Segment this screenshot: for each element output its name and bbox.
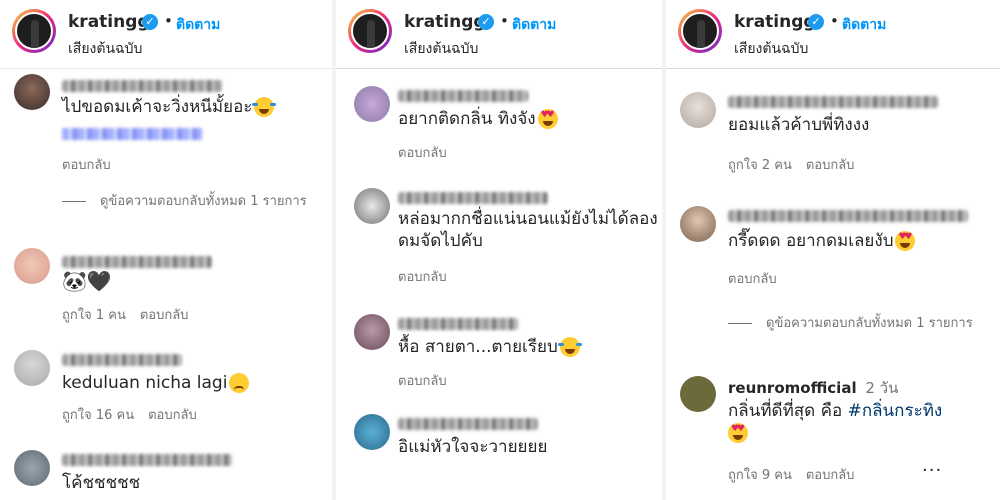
comment-text: ไปขอดมเค้าจะวิ่งหนีมั้ยอะ (62, 96, 277, 118)
reel-header: kratingg ✓ • ติดตาม เสียงต้นฉบับ (666, 0, 1000, 69)
profile-avatar[interactable] (348, 9, 392, 53)
reply-button[interactable]: ตอบกลับ (398, 270, 447, 285)
reel-header: kratingg ✓ • ติดตาม เสียงต้นฉบับ (336, 0, 666, 69)
separator-dot: • (164, 12, 173, 30)
commenter-avatar[interactable] (354, 314, 390, 350)
profile-avatar[interactable] (678, 9, 722, 53)
original-audio-link[interactable]: เสียงต้นฉบับ (404, 38, 478, 60)
tears-of-joy-emoji-icon (557, 337, 582, 357)
commenter-avatar[interactable] (680, 92, 716, 128)
header-username[interactable]: kratingg (404, 12, 486, 32)
blurred-username[interactable] (398, 418, 538, 430)
commenter-avatar[interactable] (680, 206, 716, 242)
comment-meta: ตอบกลับ (62, 154, 125, 175)
comment-meta: ตอบกลับ (728, 268, 791, 289)
commenter-avatar[interactable] (14, 74, 50, 110)
view-replies-line (728, 323, 752, 324)
comment-header: reunromofficial 2 วัน (728, 376, 898, 400)
blurred-mention-link[interactable] (62, 128, 202, 140)
original-audio-link[interactable]: เสียงต้นฉบับ (68, 38, 142, 60)
view-replies-label: ดูข้อความตอบกลับทั้งหมด 1 รายการ (766, 316, 973, 331)
blurred-username[interactable] (62, 354, 182, 366)
reply-button[interactable]: ตอบกลับ (398, 374, 447, 389)
follow-button[interactable]: ติดตาม (842, 14, 886, 36)
follow-button[interactable]: ติดตาม (512, 14, 556, 36)
comment-meta: ตอบกลับ (398, 266, 461, 287)
comment-meta: ตอบกลับ (398, 142, 461, 163)
commenter-avatar[interactable] (354, 188, 390, 224)
comment-text: อิแม่หัวใจจะวายยยย (398, 437, 548, 457)
more-options-icon[interactable]: ··· (922, 460, 942, 481)
reply-button[interactable]: ตอบกลับ (398, 146, 447, 161)
comment-text: keduluan nicha lagi (62, 372, 250, 394)
reply-button[interactable]: ตอบกลับ (140, 308, 189, 323)
view-replies-button[interactable]: ดูข้อความตอบกลับทั้งหมด 1 รายการ (62, 192, 322, 212)
heart-eyes-emoji-icon (537, 109, 558, 129)
commenter-username[interactable]: reunromofficial (728, 379, 857, 397)
reply-button[interactable]: ตอบกลับ (806, 468, 855, 483)
likes-count[interactable]: ถูกใจ 9 คน (728, 468, 792, 483)
likes-count[interactable]: ถูกใจ 16 คน (62, 408, 134, 423)
comment-text: หล่อมากกชื่อแน่นอนแม้ยังไม่ได้ลองดมจัดไป… (398, 209, 658, 251)
heart-eyes-emoji-icon (895, 231, 916, 251)
follow-button[interactable]: ติดตาม (176, 14, 220, 36)
blurred-username[interactable] (62, 454, 232, 466)
commenter-avatar[interactable] (354, 414, 390, 450)
blurred-username[interactable] (62, 80, 222, 92)
comment-text: กรี๊ดดด อยากดมเลยงับ (728, 230, 916, 252)
blurred-username[interactable] (62, 256, 212, 268)
commenter-avatar[interactable] (680, 376, 716, 412)
separator-dot: • (830, 12, 839, 30)
likes-count[interactable]: ถูกใจ 2 คน (728, 158, 792, 173)
verified-badge-icon: ✓ (478, 14, 494, 30)
header-username[interactable]: kratingg (68, 12, 150, 32)
comment-text: โค้ชชชชช (62, 473, 141, 493)
comment-timestamp: 2 วัน (865, 379, 899, 397)
separator-dot: • (500, 12, 509, 30)
comment-meta: ถูกใจ 16 คน ตอบกลับ (62, 404, 211, 425)
reply-button[interactable]: ตอบกลับ (728, 272, 777, 287)
reply-button[interactable]: ตอบกลับ (806, 158, 855, 173)
original-audio-link[interactable]: เสียงต้นฉบับ (734, 38, 808, 60)
commenter-avatar[interactable] (354, 86, 390, 122)
comments-panel-2: kratingg ✓ • ติดตาม เสียงต้นฉบับ อยากติด… (336, 0, 666, 500)
blurred-username[interactable] (728, 96, 938, 108)
comment-meta: ถูกใจ 1 คน ตอบกลับ (62, 304, 202, 325)
comments-panel-1: kratingg ✓ • ติดตาม เสียงต้นฉบับ ไปขอดมเ… (0, 0, 332, 500)
comment-text: กลิ่นที่ดีที่สุด คือ #กลิ่นกระทิง (728, 400, 990, 444)
profile-avatar[interactable] (12, 9, 56, 53)
comment-text: หื้อ สายตา...ตายเรียบ (398, 336, 582, 358)
commenter-avatar[interactable] (14, 450, 50, 486)
view-replies-line (62, 201, 86, 202)
verified-badge-icon: ✓ (142, 14, 158, 30)
comment-text: 🐼🖤 (62, 269, 112, 293)
likes-count[interactable]: ถูกใจ 1 คน (62, 308, 126, 323)
header-username[interactable]: kratingg (734, 12, 816, 32)
blurred-username[interactable] (398, 192, 548, 204)
view-replies-button[interactable]: ดูข้อความตอบกลับทั้งหมด 1 รายการ (728, 314, 992, 334)
comment-meta: ถูกใจ 2 คน ตอบกลับ (728, 154, 868, 175)
comment-meta: ตอบกลับ (398, 370, 461, 391)
comment-meta: ถูกใจ 9 คน ตอบกลับ (728, 464, 868, 485)
verified-badge-icon: ✓ (808, 14, 824, 30)
comments-panel-3: kratingg ✓ • ติดตาม เสียงต้นฉบับ ยอมแล้ว… (666, 0, 1000, 500)
heart-eyes-emoji-icon (728, 423, 748, 443)
reply-button[interactable]: ตอบกลับ (62, 158, 111, 173)
commenter-avatar[interactable] (14, 248, 50, 284)
hashtag-link[interactable]: #กลิ่นกระทิง (848, 401, 943, 421)
reel-header: kratingg ✓ • ติดตาม เสียงต้นฉบับ (0, 0, 332, 69)
tears-of-joy-emoji-icon (252, 97, 277, 117)
blurred-username[interactable] (728, 210, 968, 222)
reply-button[interactable]: ตอบกลับ (148, 408, 197, 423)
commenter-avatar[interactable] (14, 350, 50, 386)
blurred-username[interactable] (398, 90, 528, 102)
view-replies-label: ดูข้อความตอบกลับทั้งหมด 1 รายการ (100, 194, 307, 209)
comment-text: อยากติดกลิ่น ทิงจัง (398, 108, 558, 130)
comment-text: ยอมแล้วค้าบพี่ทิงงง (728, 115, 870, 135)
disappointed-face-emoji-icon (229, 373, 250, 393)
blurred-username[interactable] (398, 318, 518, 330)
